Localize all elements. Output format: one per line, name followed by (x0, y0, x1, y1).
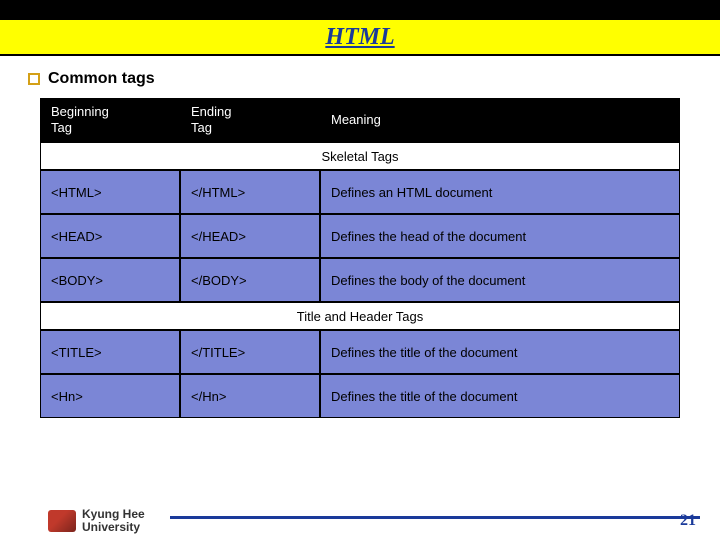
footer: Kyung Hee University 21 (0, 508, 720, 534)
top-black-bar (0, 0, 720, 20)
title-bar: HTML (0, 20, 720, 56)
bullet-label: Common tags (48, 70, 155, 88)
header-meaning: Meaning (320, 98, 680, 142)
cell-end: </BODY> (180, 258, 320, 302)
bullet-heading: Common tags (28, 70, 692, 88)
university-line1: Kyung Hee (82, 508, 145, 521)
table-row: <Hn> </Hn> Defines the title of the docu… (40, 374, 680, 418)
table-header-row: Beginning Tag Ending Tag Meaning (40, 98, 680, 142)
university-logo-icon (48, 510, 76, 532)
cell-begin: <BODY> (40, 258, 180, 302)
bullet-square-icon (28, 73, 40, 85)
header-beginning-tag: Beginning Tag (40, 98, 180, 142)
section-title: Skeletal Tags (40, 142, 680, 170)
cell-begin: <HEAD> (40, 214, 180, 258)
content-area: Common tags Beginning Tag Ending Tag Mea… (0, 56, 720, 418)
university-line2: University (82, 521, 145, 534)
university-name: Kyung Hee University (82, 508, 145, 534)
table-row: <HEAD> </HEAD> Defines the head of the d… (40, 214, 680, 258)
tags-table: Beginning Tag Ending Tag Meaning Skeleta… (40, 98, 680, 418)
table-row: <BODY> </BODY> Defines the body of the d… (40, 258, 680, 302)
cell-end: </Hn> (180, 374, 320, 418)
cell-begin: <Hn> (40, 374, 180, 418)
cell-end: </HTML> (180, 170, 320, 214)
cell-meaning: Defines the head of the document (320, 214, 680, 258)
cell-meaning: Defines an HTML document (320, 170, 680, 214)
cell-begin: <TITLE> (40, 330, 180, 374)
section-row: Title and Header Tags (40, 302, 680, 330)
table-row: <TITLE> </TITLE> Defines the title of th… (40, 330, 680, 374)
cell-end: </HEAD> (180, 214, 320, 258)
footer-divider (170, 516, 700, 519)
footer-branding: Kyung Hee University (48, 508, 700, 534)
header-ending-tag: Ending Tag (180, 98, 320, 142)
cell-meaning: Defines the title of the document (320, 374, 680, 418)
slide-title: HTML (325, 24, 394, 51)
cell-meaning: Defines the body of the document (320, 258, 680, 302)
section-title: Title and Header Tags (40, 302, 680, 330)
cell-begin: <HTML> (40, 170, 180, 214)
cell-meaning: Defines the title of the document (320, 330, 680, 374)
cell-end: </TITLE> (180, 330, 320, 374)
table-row: <HTML> </HTML> Defines an HTML document (40, 170, 680, 214)
page-number: 21 (680, 512, 696, 530)
section-row: Skeletal Tags (40, 142, 680, 170)
